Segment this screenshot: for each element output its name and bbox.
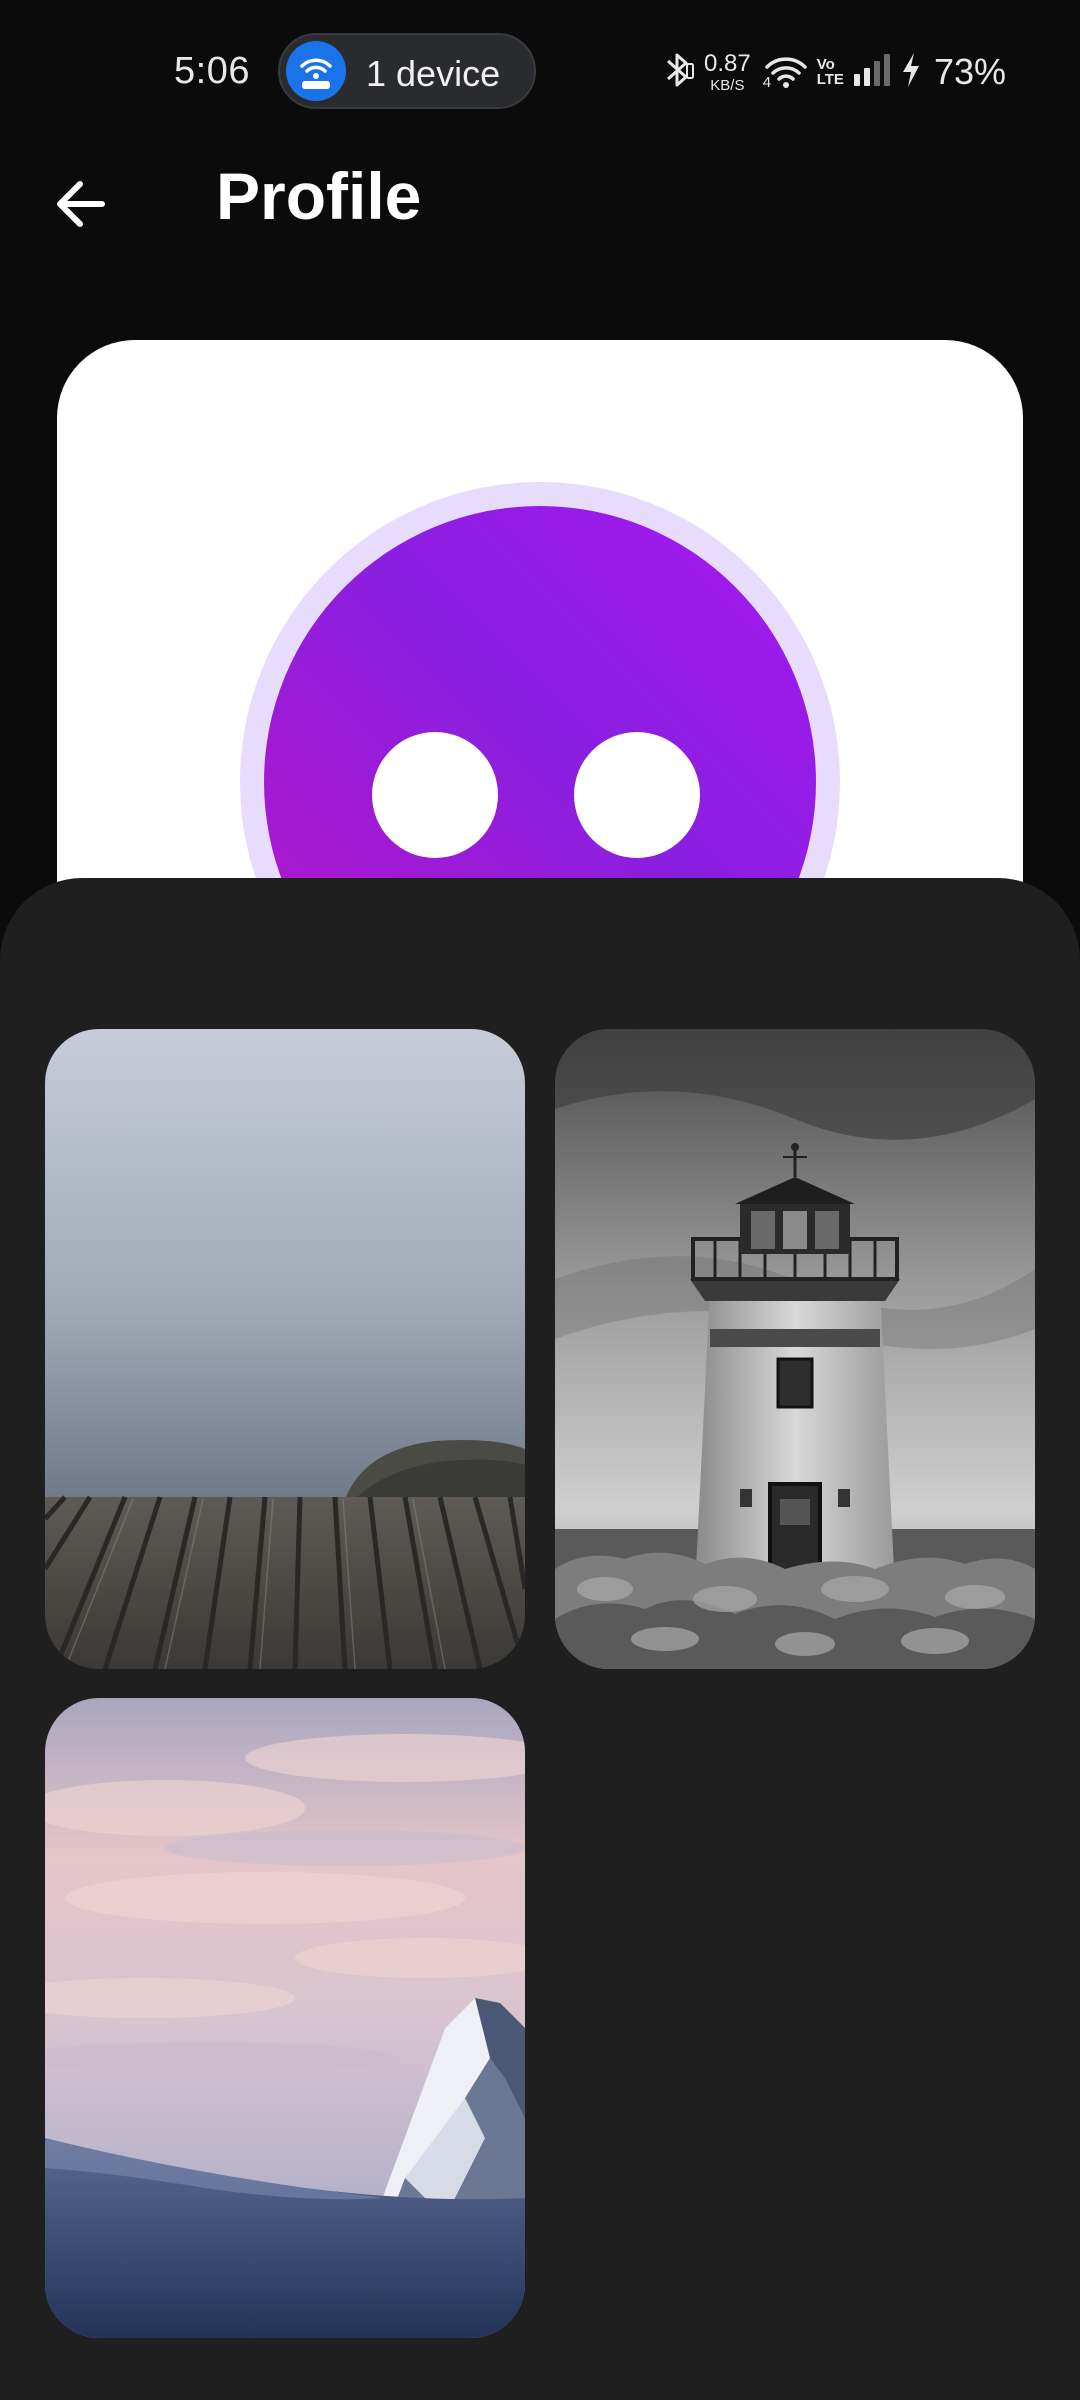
status-time: 5:06 (174, 50, 250, 92)
status-icons: 0.87 KB/S 4 Vo LTE 73% (660, 48, 1006, 96)
network-speed: 0.87 KB/S (704, 49, 751, 94)
wifi-generation: 4 (762, 74, 772, 91)
mountain-image (45, 1698, 525, 2338)
wallpaper-tile-boardwalk[interactable] (45, 1029, 525, 1669)
bluetooth-icon (660, 50, 696, 95)
back-button[interactable] (50, 170, 118, 238)
profile-screen: 5:06 1 device 0.87 KB/S 4 Vo LTE 73% Pro… (0, 0, 1080, 2400)
hotspot-pill[interactable]: 1 device (278, 33, 536, 109)
wallpaper-sheet (0, 878, 1080, 2400)
volte-bottom: LTE (816, 71, 844, 88)
network-speed-value: 0.87 (704, 49, 751, 77)
hotspot-icon (286, 41, 346, 101)
arrow-left-icon (57, 181, 105, 227)
avatar-left-eye (372, 732, 498, 858)
boardwalk-image (45, 1029, 525, 1669)
page-title: Profile (216, 159, 422, 233)
app-header: Profile (0, 150, 1080, 250)
network-speed-unit: KB/S (710, 76, 745, 94)
battery-percentage: 73% (933, 51, 1006, 92)
volte-top: Vo (816, 56, 835, 73)
charging-icon (900, 51, 922, 94)
wallpaper-tile-mountain[interactable] (45, 1698, 525, 2338)
lighthouse-image (555, 1029, 1035, 1669)
status-bar: 5:06 1 device 0.87 KB/S 4 Vo LTE 73% (0, 0, 1080, 145)
volte-indicator: Vo LTE (817, 57, 844, 87)
wallpaper-tile-lighthouse[interactable] (555, 1029, 1035, 1669)
wifi-icon: 4 (763, 52, 809, 92)
hotspot-label: 1 device (366, 53, 501, 94)
signal-icon (852, 52, 892, 93)
avatar-right-eye (574, 732, 700, 858)
